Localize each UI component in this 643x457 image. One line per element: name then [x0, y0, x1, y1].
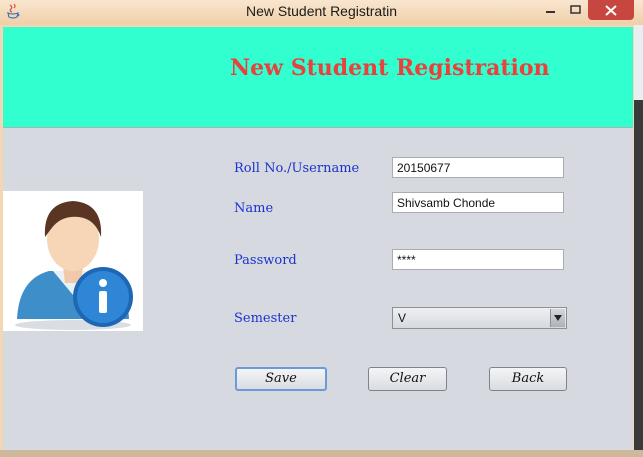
name-label: Name: [234, 201, 274, 216]
content-panel: New Student Registration Roll No./Userna…: [3, 27, 633, 450]
roll-number-input[interactable]: 20150677: [392, 157, 564, 178]
semester-selected-value: V: [398, 311, 407, 325]
page-title: New Student Registration: [230, 55, 550, 81]
background-window-edge-top: [634, 25, 643, 100]
password-label: Password: [234, 253, 297, 268]
chevron-down-icon: [554, 315, 562, 321]
application-window: New Student Registratin New Student Regi…: [0, 0, 643, 457]
password-input[interactable]: ****: [392, 249, 564, 270]
roll-label: Roll No./Username: [234, 161, 360, 176]
close-icon: [605, 4, 617, 16]
clear-button[interactable]: Clear: [368, 367, 447, 391]
name-input[interactable]: Shivsamb Chonde: [392, 192, 564, 213]
back-button[interactable]: Back: [489, 367, 567, 391]
window-bottom-border: [0, 450, 643, 457]
user-info-icon: [3, 191, 143, 331]
maximize-icon: [570, 5, 581, 14]
save-button[interactable]: Save: [235, 367, 327, 391]
minimize-button[interactable]: [536, 0, 566, 20]
minimize-icon: [546, 11, 555, 13]
dropdown-button[interactable]: [550, 309, 565, 327]
title-bar[interactable]: New Student Registratin: [0, 0, 643, 25]
maximize-button[interactable]: [566, 0, 586, 20]
header-panel: New Student Registration: [3, 27, 633, 128]
semester-label: Semester: [234, 311, 297, 326]
semester-select[interactable]: V: [392, 307, 567, 329]
close-button[interactable]: [588, 0, 634, 20]
